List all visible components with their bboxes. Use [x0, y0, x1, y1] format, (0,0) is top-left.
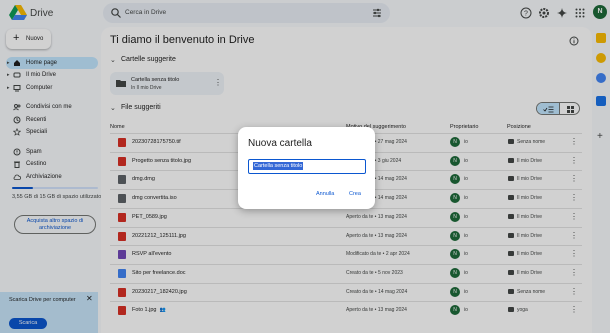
create-button[interactable]: Crea	[349, 191, 361, 197]
folder-name-input[interactable]: Cartella senza titolo	[248, 159, 366, 174]
dialog-title: Nuova cartella	[248, 138, 312, 149]
folder-name-value: Cartella senza titolo	[253, 162, 304, 170]
cancel-button[interactable]: Annulla	[316, 191, 334, 197]
new-folder-dialog: Nuova cartella Cartella senza titolo Ann…	[238, 127, 375, 209]
